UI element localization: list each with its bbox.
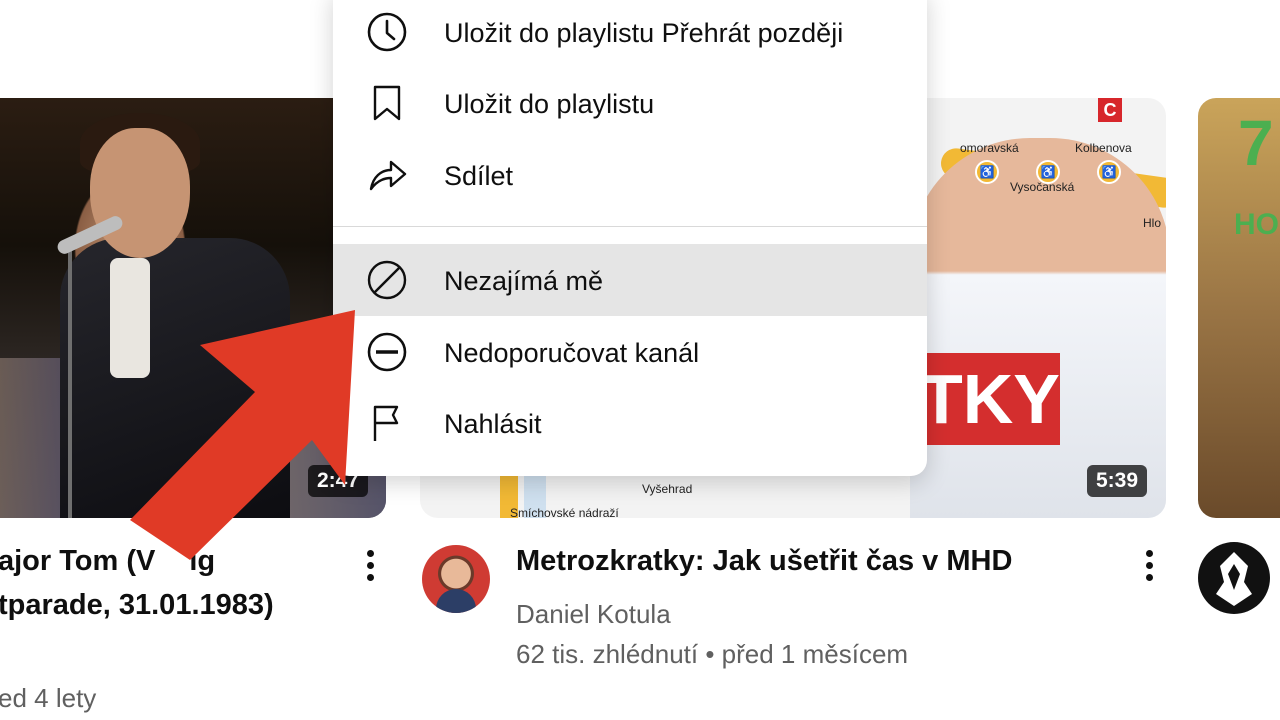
channel-logo-icon: C	[1098, 98, 1122, 122]
menu-item-dont-recommend-channel[interactable]: Nedoporučovat kanál	[333, 316, 927, 388]
menu-item-label: Nezajímá mě	[444, 266, 604, 296]
lion-logo-icon	[1216, 552, 1252, 606]
menu-item-save-watch-later[interactable]: Uložit do playlistu Přehrát později	[333, 0, 927, 68]
thumbnail-suit	[60, 238, 290, 518]
menu-item-label: Uložit do playlistu Přehrát později	[444, 18, 844, 48]
thumbnail-shirt	[110, 258, 150, 378]
thumbnail-face	[90, 128, 190, 258]
video-thumbnail-3[interactable]: 7 HO	[1198, 98, 1280, 518]
menu-item-not-interested[interactable]: Nezajímá mě	[333, 244, 927, 316]
menu-item-label: Sdílet	[444, 161, 514, 191]
menu-divider	[333, 226, 927, 227]
thumbnail-text: 7	[1238, 107, 1274, 179]
channel-avatar[interactable]	[422, 545, 490, 613]
map-label: Vyšehrad	[642, 482, 693, 496]
menu-item-share[interactable]: Sdílet	[333, 139, 927, 211]
menu-item-label: Nahlásit	[444, 409, 542, 439]
video-meta: ed 4 lety	[0, 683, 97, 713]
thumbnail-text: HO	[1234, 208, 1279, 241]
video-duration-badge: 5:39	[1087, 465, 1148, 497]
video-thumbnail-1[interactable]	[0, 98, 386, 518]
thumbnail-banner: TKY	[920, 353, 1060, 445]
accessible-icon: ♿	[975, 160, 999, 184]
video-meta: 62 tis. zhlédnutí • před 1 měsícem	[516, 639, 909, 669]
thumbnail-person	[910, 138, 1166, 518]
menu-item-report[interactable]: Nahlásit	[333, 387, 927, 459]
map-label: Hlo	[1143, 216, 1162, 230]
more-options-icon[interactable]	[367, 550, 375, 586]
menu-item-label: Uložit do playlistu	[444, 89, 655, 119]
accessible-icon: ♿	[1097, 160, 1121, 184]
accessible-icon: ♿	[1036, 160, 1060, 184]
context-menu: Uložit do playlistu Přehrát později Ulož…	[333, 0, 927, 476]
map-label: Smíchovské nádraží	[510, 506, 619, 518]
channel-avatar[interactable]	[1198, 542, 1270, 614]
video-title-line2[interactable]: tparade, 31.01.1983)	[0, 589, 274, 622]
bookmark-icon	[373, 85, 401, 121]
thumbnail-mic-stand	[68, 248, 72, 518]
menu-item-label: Nedoporučovat kanál	[444, 338, 700, 368]
video-title[interactable]: Metrozkratky: Jak ušetřit čas v MHD	[516, 545, 1012, 578]
clock-icon	[367, 12, 407, 52]
not-interested-icon	[367, 260, 407, 300]
map-label: omoravská	[960, 141, 1019, 155]
menu-item-save-playlist[interactable]: Uložit do playlistu	[333, 67, 927, 139]
channel-name[interactable]: Daniel Kotula	[516, 599, 671, 630]
map-label: Kolbenova	[1075, 141, 1132, 155]
video-title[interactable]: ajor Tom (V ig	[0, 545, 215, 578]
avatar-body	[436, 589, 476, 613]
share-icon	[369, 160, 407, 191]
block-channel-icon	[367, 332, 407, 372]
more-options-icon[interactable]	[1146, 550, 1154, 586]
flag-icon	[373, 405, 399, 441]
